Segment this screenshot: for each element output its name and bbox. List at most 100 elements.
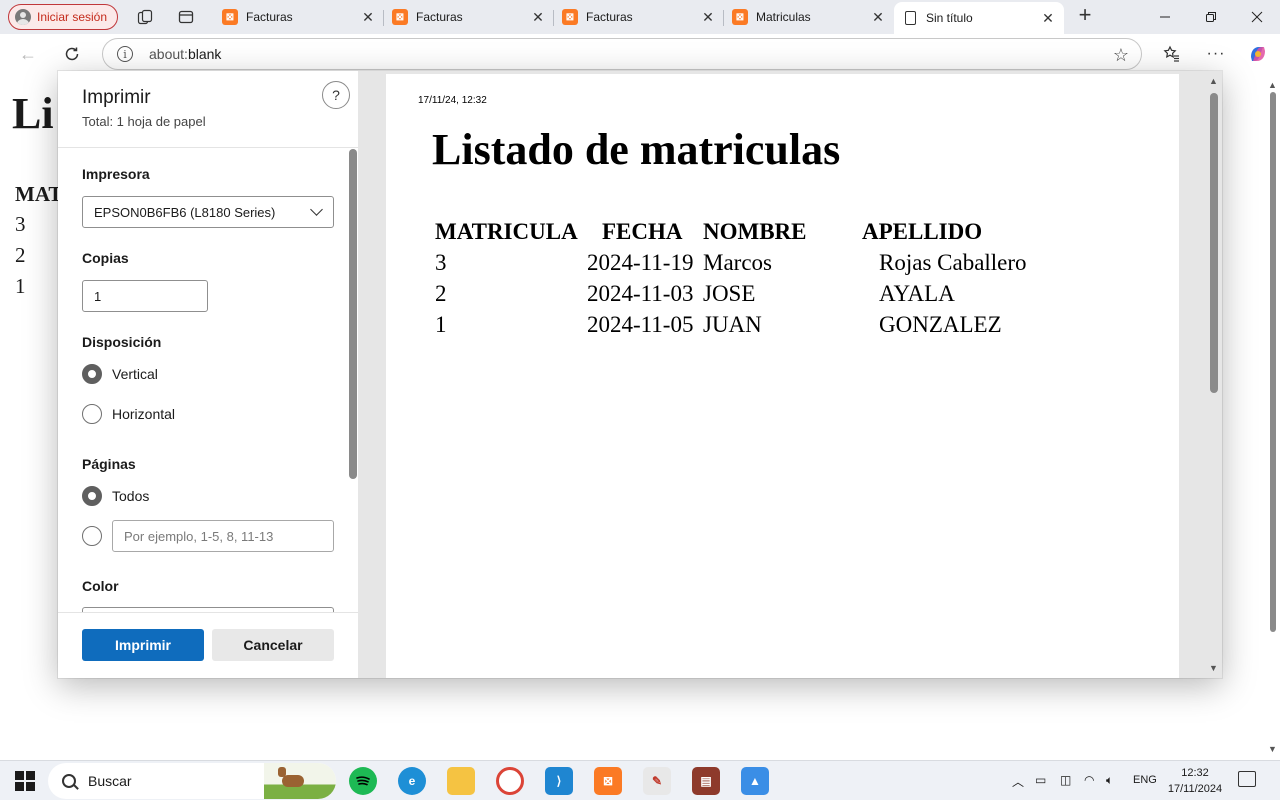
tab-label: Facturas (586, 10, 633, 24)
star-icon[interactable]: ☆ (1113, 45, 1129, 66)
xampp-icon: ⊠ (392, 9, 408, 25)
layout-vertical-option[interactable]: Vertical (82, 363, 158, 385)
xampp-icon: ⊠ (562, 9, 578, 25)
preview-page: 17/11/24, 12:32 Listado de matriculas MA… (386, 74, 1179, 678)
photos-icon[interactable]: ▲ (741, 767, 769, 795)
winrar-icon[interactable]: ▤ (692, 767, 720, 795)
copilot-icon[interactable] (1246, 42, 1270, 66)
new-tab-button[interactable]: + (1075, 2, 1095, 27)
clock-date: 17/11/2024 (1167, 783, 1223, 795)
tab-label: Facturas (416, 10, 463, 24)
printer-select[interactable]: EPSON0B6FB6 (L8180 Series) (82, 196, 334, 228)
tab-sin-titulo[interactable]: Sin título ✕ (894, 2, 1064, 34)
close-icon[interactable]: ✕ (870, 9, 886, 26)
close-icon[interactable]: ✕ (700, 9, 716, 26)
copies-label: Copias (82, 250, 129, 266)
minimize-icon[interactable] (1142, 0, 1188, 34)
page-scrollbar[interactable]: ▲ ▼ (1264, 74, 1280, 760)
scrollbar-thumb[interactable] (1270, 92, 1276, 632)
taskbar-search[interactable]: Buscar (48, 763, 336, 799)
divider (58, 147, 358, 148)
wifi-icon[interactable]: ◠ (1084, 773, 1094, 787)
scroll-up-icon[interactable]: ▲ (1209, 76, 1218, 86)
panel-scrollbar-thumb[interactable] (349, 149, 357, 479)
scroll-up-icon[interactable]: ▲ (1268, 80, 1277, 90)
table-cell: 1 (435, 312, 447, 337)
workspaces-icon[interactable] (135, 7, 155, 27)
battery-icon[interactable]: ▭ (1035, 773, 1046, 787)
close-window-icon[interactable] (1234, 0, 1280, 34)
table-cell: 1 (15, 274, 26, 298)
table-cell: 2 (15, 243, 26, 267)
radio-unchecked[interactable] (82, 404, 102, 424)
scroll-down-icon[interactable]: ▼ (1268, 744, 1277, 754)
file-explorer-icon[interactable] (447, 767, 475, 795)
browser-titlebar: Iniciar sesión ⊠ Facturas ✕ ⊠ Facturas ✕… (0, 0, 1280, 34)
more-icon[interactable]: ··· (1204, 42, 1228, 66)
document-icon (905, 11, 916, 25)
scrollbar-thumb[interactable] (1210, 93, 1218, 393)
search-highlight-image (264, 763, 336, 799)
table-cell: AYALA (879, 281, 955, 306)
notifications-icon[interactable] (1238, 771, 1256, 787)
search-icon (62, 774, 76, 788)
edge-icon[interactable]: e (398, 767, 426, 795)
scroll-down-icon[interactable]: ▼ (1209, 663, 1218, 673)
tab-facturas-2[interactable]: ⊠ Facturas ✕ (384, 2, 554, 32)
tab-facturas-1[interactable]: ⊠ Facturas ✕ (214, 2, 384, 32)
tab-facturas-3[interactable]: ⊠ Facturas ✕ (554, 2, 724, 32)
pages-custom-option[interactable] (82, 525, 102, 547)
table-cell: JOSE (703, 281, 756, 306)
restore-icon[interactable] (1188, 0, 1234, 34)
info-icon[interactable]: i (117, 46, 133, 62)
back-icon[interactable]: ← (16, 42, 40, 66)
app-icon[interactable]: ✎ (643, 767, 671, 795)
table-cell: 2024-11-19 (587, 250, 694, 275)
table-cell: 3 (15, 212, 26, 236)
radio-unchecked[interactable] (82, 526, 102, 546)
column-header: MATRICULA (435, 219, 578, 244)
favorites-icon[interactable] (1160, 42, 1184, 66)
tab-label: Sin título (926, 11, 973, 25)
chrome-icon[interactable] (496, 767, 524, 795)
radio-label: Todos (112, 488, 150, 504)
refresh-icon[interactable] (60, 42, 84, 66)
page-title: Li (12, 89, 54, 138)
table-cell: JUAN (703, 312, 762, 337)
copies-field[interactable]: 1 (82, 280, 208, 312)
volume-icon[interactable]: 🔈︎ (1106, 773, 1113, 788)
xampp-icon[interactable]: ⊠ (594, 767, 622, 795)
print-date: 17/11/24, 12:32 (418, 95, 487, 106)
divider (58, 612, 358, 613)
close-icon[interactable]: ✕ (530, 9, 546, 26)
print-preview-area: 17/11/24, 12:32 Listado de matriculas MA… (358, 71, 1222, 678)
print-settings-panel: Imprimir Total: 1 hoja de papel ? Impres… (58, 71, 358, 678)
table-cell: Marcos (703, 250, 772, 275)
preview-scrollbar[interactable]: ▲ ▼ (1206, 71, 1222, 678)
cancel-button[interactable]: Cancelar (212, 629, 334, 661)
tab-actions-icon[interactable] (176, 7, 196, 27)
system-clock[interactable]: 12:32 17/11/2024 (1160, 765, 1230, 797)
close-icon[interactable]: ✕ (1040, 10, 1056, 27)
print-button[interactable]: Imprimir (82, 629, 204, 661)
pages-range-input[interactable]: Por ejemplo, 1-5, 8, 11-13 (112, 520, 334, 552)
radio-checked[interactable] (82, 364, 102, 384)
tab-matriculas[interactable]: ⊠ Matriculas ✕ (724, 2, 894, 32)
address-bar[interactable]: i about:blank ☆ (102, 38, 1142, 70)
table-cell: 2 (435, 281, 447, 306)
spotify-icon[interactable] (349, 767, 377, 795)
close-icon[interactable]: ✕ (360, 9, 376, 26)
table-cell: GONZALEZ (879, 312, 1002, 337)
language-indicator[interactable]: ENG (1133, 774, 1157, 786)
help-icon[interactable]: ? (322, 81, 350, 109)
chevron-up-icon[interactable]: ︿ (1012, 773, 1024, 790)
radio-checked[interactable] (82, 486, 102, 506)
windows-start-icon[interactable] (15, 771, 35, 791)
profile-button[interactable]: Iniciar sesión (8, 4, 119, 30)
security-icon[interactable]: ◫ (1060, 773, 1071, 787)
column-header: NOMBRE (703, 219, 807, 244)
dialog-title: Imprimir (82, 87, 151, 108)
layout-horizontal-option[interactable]: Horizontal (82, 403, 175, 425)
pages-all-option[interactable]: Todos (82, 485, 149, 507)
vscode-icon[interactable]: ⟩ (545, 767, 573, 795)
